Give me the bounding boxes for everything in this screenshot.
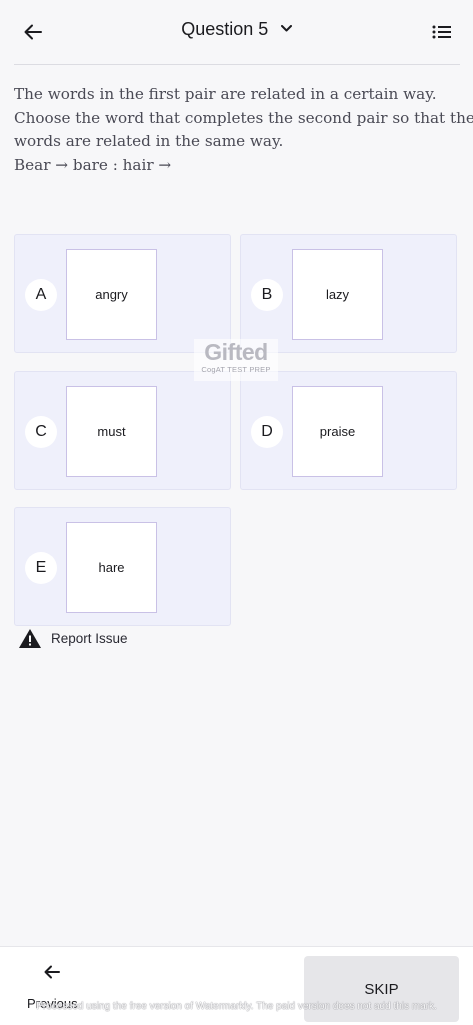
list-icon [432, 25, 451, 39]
option-letter: B [251, 279, 283, 311]
question-list-button[interactable] [431, 21, 455, 43]
previous-label: Previous [27, 996, 78, 1011]
brand-watermark-logo: Gifted CogAT TEST PREP [194, 339, 278, 381]
brand-name: Gifted [204, 339, 268, 365]
option-word-card: hare [66, 522, 157, 613]
answer-option-d[interactable]: D praise [240, 371, 457, 490]
chevron-down-icon [280, 25, 292, 32]
option-letter: A [25, 279, 57, 311]
option-word-card: praise [292, 386, 383, 477]
answer-option-b[interactable]: B lazy [240, 234, 457, 353]
top-bar: Question 5 [0, 0, 473, 64]
question-line: Choose the word that completes the secon… [14, 108, 473, 127]
header-divider [14, 64, 460, 65]
option-letter: C [25, 416, 57, 448]
answer-option-c[interactable]: C must [14, 371, 231, 490]
question-line: words are related in the same way. [14, 132, 284, 150]
report-issue-link[interactable]: Report Issue [18, 627, 128, 649]
question-line: The words in the first pair are related … [14, 85, 437, 103]
option-word-card: lazy [292, 249, 383, 340]
option-letter: D [251, 416, 283, 448]
question-text: The words in the first pair are related … [14, 83, 473, 177]
option-letter: E [25, 552, 57, 584]
answer-option-a[interactable]: A angry [14, 234, 231, 353]
arrow-left-icon [44, 965, 60, 979]
option-word-card: must [66, 386, 157, 477]
warning-icon [19, 628, 41, 648]
option-word-card: angry [66, 249, 157, 340]
answer-option-e[interactable]: E hare [14, 507, 231, 626]
page-title: Question 5 [181, 19, 269, 39]
question-selector[interactable]: Question 5 [0, 19, 473, 40]
bottom-bar: Previous SKIP [0, 946, 473, 1025]
skip-button[interactable]: SKIP [304, 956, 459, 1022]
previous-button[interactable]: Previous [24, 965, 84, 1020]
brand-tagline: CogAT TEST PREP [201, 365, 271, 374]
question-line: Bear → bare : hair → [14, 155, 172, 174]
report-issue-label: Report Issue [51, 630, 128, 646]
